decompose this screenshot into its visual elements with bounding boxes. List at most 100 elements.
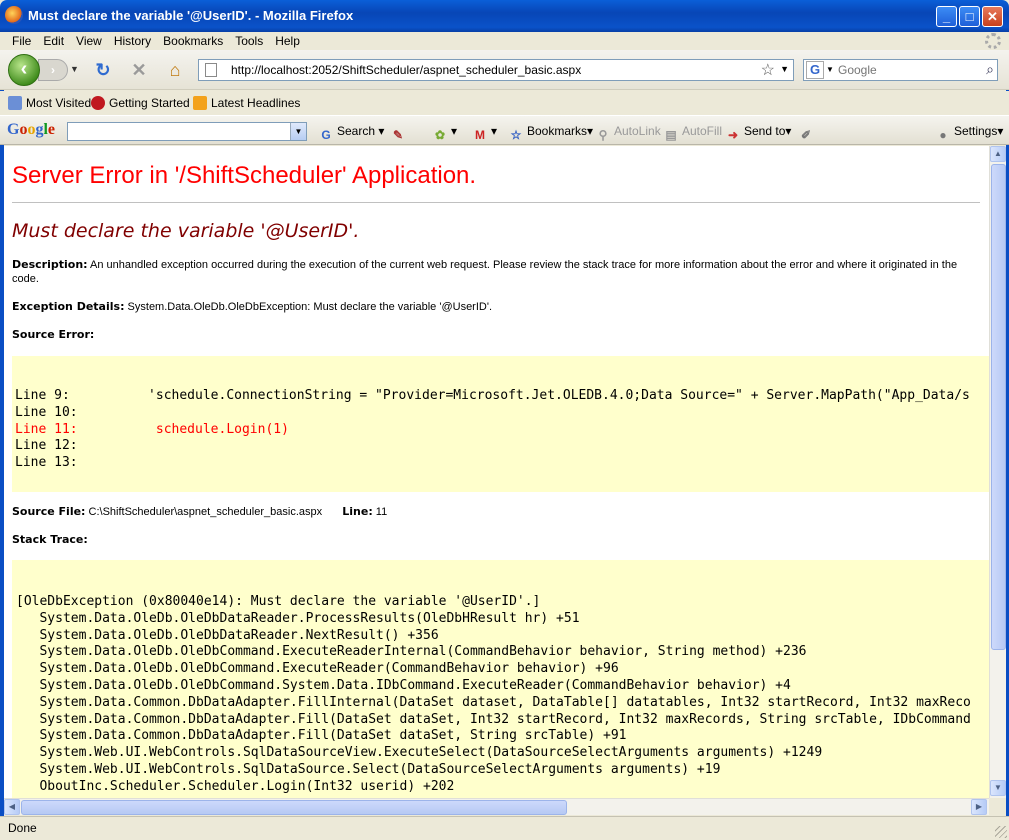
- rss-icon: [193, 96, 207, 110]
- scrollbar-corner: [989, 798, 1006, 815]
- window-title: Must declare the variable '@UserID'. - M…: [28, 8, 354, 23]
- url-input[interactable]: [231, 62, 751, 78]
- bookmark-most-visited[interactable]: Most Visited: [8, 95, 91, 111]
- scroll-up-icon[interactable]: ▲: [990, 146, 1006, 162]
- exception-details: Exception Details: System.Data.OleDb.Ole…: [12, 300, 974, 314]
- settings-button[interactable]: ● Settings▾: [935, 123, 1003, 143]
- autolink-button[interactable]: ⚲ AutoLink: [595, 123, 661, 143]
- exception-label: Exception Details:: [12, 300, 125, 313]
- google-logo[interactable]: Google: [7, 121, 55, 139]
- home-icon[interactable]: ⌂: [164, 59, 186, 81]
- close-button[interactable]: ✕: [982, 6, 1003, 27]
- stack-line: System.Web.UI.WebControls.SqlDataSource.…: [16, 761, 721, 777]
- search-box[interactable]: G ▼ ⌕: [803, 59, 998, 81]
- forward-button[interactable]: ›: [38, 59, 68, 81]
- source-file-label: Source File:: [12, 505, 86, 518]
- source-file-path: C:\ShiftScheduler\aspnet_scheduler_basic…: [88, 506, 323, 518]
- bookmark-getting-started[interactable]: Getting Started: [91, 95, 190, 111]
- minimize-button[interactable]: _: [936, 6, 957, 27]
- autofill-button[interactable]: ▤ AutoFill: [663, 123, 722, 143]
- firefox-icon: [5, 6, 23, 24]
- highlight-button[interactable]: ✎: [390, 123, 409, 143]
- url-bar[interactable]: ☆ ▼: [198, 59, 794, 81]
- wand-icon: ⚲: [598, 128, 608, 142]
- page-content: Server Error in '/ShiftScheduler' Applic…: [4, 146, 989, 798]
- pencil-button[interactable]: ✐: [798, 123, 817, 143]
- vertical-scrollbar[interactable]: ▲ ▼: [989, 146, 1006, 798]
- stack-trace-heading: Stack Trace:: [12, 533, 88, 546]
- chevron-down-icon[interactable]: ▼: [290, 123, 306, 140]
- stack-line: System.Data.OleDb.OleDbCommand.ExecuteRe…: [16, 644, 807, 660]
- exception-text: System.Data.OleDb.OleDbException: Must d…: [127, 301, 493, 313]
- menu-view[interactable]: View: [70, 32, 108, 50]
- google-search-input[interactable]: ▼: [67, 122, 307, 141]
- resize-grip-icon[interactable]: [995, 826, 1007, 838]
- search-engine-icon[interactable]: G: [806, 61, 824, 79]
- bookmark-star-icon[interactable]: ☆: [761, 60, 775, 80]
- code-line-error: Line 11: schedule.Login(1): [15, 421, 289, 437]
- code-line: Line 9: 'schedule.ConnectionString = "Pr…: [15, 388, 970, 403]
- stack-line: System.Web.UI.WebControls.SqlDataSourceV…: [16, 745, 823, 761]
- search-icon[interactable]: ⌕: [986, 61, 994, 78]
- scroll-left-icon[interactable]: ◀: [4, 799, 20, 815]
- gear-icon: ●: [939, 128, 947, 142]
- google-bookmarks-button[interactable]: ☆ Bookmarks▾: [508, 123, 593, 143]
- title-bar: Must declare the variable '@UserID'. - M…: [0, 0, 1009, 32]
- bookmark-latest-headlines[interactable]: Latest Headlines: [193, 95, 300, 111]
- code-line: Line 10:: [15, 404, 78, 420]
- send-icon: ➜: [727, 128, 739, 142]
- stack-line: System.Data.Common.DbDataAdapter.Fill(Da…: [16, 711, 971, 727]
- stack-line: System.Data.OleDb.OleDbDataReader.Proces…: [16, 610, 580, 626]
- menu-bookmarks[interactable]: Bookmarks: [157, 32, 229, 50]
- stack-line: System.Data.Common.DbDataAdapter.Fill(Da…: [16, 728, 627, 744]
- error-message: Must declare the variable '@UserID'.: [12, 220, 360, 242]
- google-search-button[interactable]: G Search ▾: [318, 123, 384, 143]
- menu-file[interactable]: File: [6, 32, 37, 50]
- stack-line: OboutInc.Scheduler.Scheduler.Login(Int32…: [16, 778, 455, 794]
- divider: [12, 202, 980, 203]
- horizontal-scroll-thumb[interactable]: [21, 800, 567, 815]
- search-input[interactable]: [838, 62, 976, 78]
- menu-bar: File Edit View History Bookmarks Tools Help: [0, 32, 1009, 50]
- bookmarks-toolbar: Most Visited Getting Started Latest Head…: [0, 91, 1009, 115]
- history-dropdown-icon[interactable]: ▼: [70, 64, 79, 74]
- status-text: Done: [8, 821, 37, 835]
- description-text: An unhandled exception occurred during t…: [12, 259, 958, 285]
- stack-trace-code: [OleDbException (0x80040e14): Must decla…: [12, 560, 989, 798]
- page-icon: [205, 63, 217, 77]
- description: Description: An unhandled exception occu…: [12, 258, 974, 286]
- scroll-down-icon[interactable]: ▼: [990, 780, 1006, 796]
- folder-icon: [8, 96, 22, 110]
- vertical-scroll-thumb[interactable]: [991, 164, 1006, 650]
- extensions-button[interactable]: ✿ ▾: [432, 123, 457, 143]
- back-button[interactable]: ‹: [8, 54, 40, 86]
- stack-line: System.Data.OleDb.OleDbCommand.ExecuteRe…: [16, 661, 619, 677]
- pencil-icon: ✐: [800, 128, 812, 142]
- puzzle-icon: ✿: [434, 128, 446, 142]
- line-label: Line:: [342, 505, 373, 518]
- menu-help[interactable]: Help: [269, 32, 306, 50]
- source-error-heading: Source Error:: [12, 328, 95, 341]
- stop-icon[interactable]: ✕: [128, 59, 150, 81]
- search-engine-dropdown-icon[interactable]: ▼: [826, 65, 834, 74]
- url-dropdown-icon[interactable]: ▼: [780, 64, 789, 74]
- star-icon: ☆: [510, 128, 522, 142]
- scroll-right-icon[interactable]: ▶: [971, 799, 987, 815]
- google-g-icon: G: [321, 128, 331, 142]
- send-to-button[interactable]: ➜ Send to▾: [725, 123, 791, 143]
- description-label: Description:: [12, 258, 88, 271]
- firefox-logo-icon: [91, 96, 105, 110]
- horizontal-scrollbar[interactable]: ◀ ▶: [4, 798, 989, 815]
- menu-tools[interactable]: Tools: [229, 32, 269, 50]
- source-file-info: Source File: C:\ShiftScheduler\aspnet_sc…: [12, 505, 974, 519]
- gmail-button[interactable]: M ▾: [472, 123, 497, 143]
- reload-icon[interactable]: ↻: [92, 59, 114, 81]
- menu-edit[interactable]: Edit: [37, 32, 70, 50]
- navigation-toolbar: › ‹ ▼ ↻ ✕ ⌂ ☆ ▼ G ▼ ⌕: [0, 50, 1009, 90]
- stack-line: [OleDbException (0x80040e14): Must decla…: [16, 594, 541, 609]
- stack-line: System.Data.OleDb.OleDbDataReader.NextRe…: [16, 627, 439, 643]
- highlighter-icon: ✎: [392, 128, 404, 142]
- gmail-icon: M: [475, 128, 485, 142]
- menu-history[interactable]: History: [108, 32, 157, 50]
- maximize-button[interactable]: □: [959, 6, 980, 27]
